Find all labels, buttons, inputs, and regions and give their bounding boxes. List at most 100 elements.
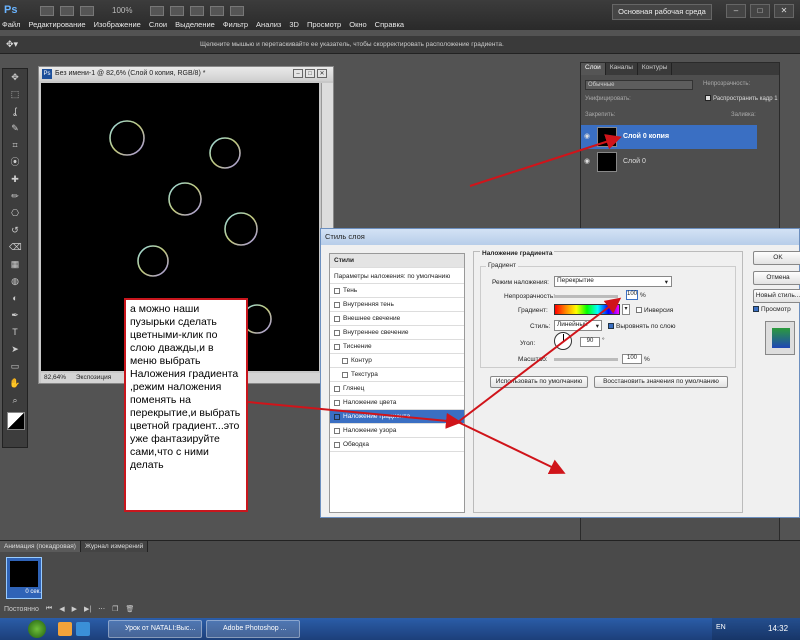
- restore-default-button[interactable]: Восстановить значения по умолчанию: [594, 376, 728, 388]
- zoom-tool-icon[interactable]: ⌕: [9, 394, 21, 406]
- delete-frame-icon[interactable]: 🗑: [125, 605, 134, 613]
- document-zoom-status[interactable]: 82,64%: [44, 374, 66, 381]
- color-swatches[interactable]: [7, 412, 25, 430]
- menu-item[interactable]: Изображение: [94, 20, 141, 29]
- menu-item[interactable]: Слои: [149, 20, 167, 29]
- menu-item[interactable]: Выделение: [175, 20, 215, 29]
- blend-mode-select[interactable]: Перекрытие ▾: [554, 276, 672, 287]
- tab-channels[interactable]: Каналы: [606, 63, 638, 75]
- blur-tool-icon[interactable]: ◍: [9, 275, 21, 287]
- duplicate-frame-icon[interactable]: ❐: [112, 605, 118, 613]
- style-item[interactable]: Внешнее свечение: [330, 312, 464, 326]
- document-status-text[interactable]: Экспозиция: [76, 374, 111, 381]
- next-frame-icon[interactable]: ▶|: [84, 605, 91, 613]
- style-item[interactable]: Тиснение: [330, 340, 464, 354]
- menu-item[interactable]: Фильтр: [223, 20, 248, 29]
- doc-maximize-button[interactable]: □: [305, 69, 315, 78]
- menu-item[interactable]: Просмотр: [307, 20, 341, 29]
- minibridge-icon[interactable]: [60, 6, 74, 16]
- start-button[interactable]: [0, 618, 54, 640]
- move-tool-icon[interactable]: ✥: [9, 71, 21, 83]
- previous-frame-icon[interactable]: ◀: [59, 605, 64, 613]
- layer-row-base[interactable]: ◉ Слой 0: [581, 150, 757, 174]
- cancel-button[interactable]: Отмена: [753, 271, 800, 285]
- style-checkbox[interactable]: [334, 427, 340, 434]
- zoom-tool-icon[interactable]: [170, 6, 184, 16]
- spread-frame-checkbox[interactable]: [705, 95, 711, 101]
- preview-checkbox[interactable]: [753, 306, 759, 312]
- gradient-tool-icon[interactable]: ▦: [9, 258, 21, 270]
- history-brush-tool-icon[interactable]: ↺: [9, 224, 21, 236]
- menu-item[interactable]: Справка: [375, 20, 404, 29]
- tab-animation[interactable]: Анимация (покадровая): [0, 541, 81, 552]
- style-checkbox[interactable]: [334, 343, 340, 350]
- tab-layers[interactable]: Слои: [581, 63, 606, 75]
- minimize-button[interactable]: –: [726, 4, 746, 18]
- loop-select[interactable]: Постоянно: [4, 606, 39, 613]
- brush-tool-icon[interactable]: ✏: [9, 190, 21, 202]
- doc-minimize-button[interactable]: –: [293, 69, 303, 78]
- eye-icon[interactable]: ◉: [584, 132, 592, 140]
- style-checkbox[interactable]: [334, 399, 340, 406]
- document-title[interactable]: Без имени-1 @ 82,6% (Слой 0 копия, RGB/8…: [39, 67, 333, 81]
- scale-input[interactable]: 100: [622, 354, 642, 364]
- scale-slider[interactable]: [554, 358, 618, 361]
- style-item[interactable]: Текстура: [330, 368, 464, 382]
- tab-measurement-log[interactable]: Журнал измерений: [80, 541, 149, 552]
- opacity-input[interactable]: 100: [626, 290, 638, 300]
- bridge-icon[interactable]: [40, 6, 54, 16]
- zoom-level[interactable]: 100%: [112, 6, 132, 15]
- ie-icon[interactable]: [76, 622, 90, 636]
- style-checkbox[interactable]: [334, 413, 340, 420]
- style-item[interactable]: Внутренняя тень: [330, 298, 464, 312]
- eraser-tool-icon[interactable]: ⌫: [9, 241, 22, 253]
- style-checkbox[interactable]: [334, 287, 340, 294]
- ok-button[interactable]: OK: [753, 251, 800, 265]
- style-checkbox[interactable]: [342, 371, 348, 378]
- play-icon[interactable]: ▶: [72, 605, 77, 613]
- taskbar-item-browser[interactable]: Урок от NATALI:Выс...: [108, 620, 202, 638]
- menu-item[interactable]: 3D: [289, 20, 299, 29]
- angle-input[interactable]: 90: [580, 337, 600, 347]
- animation-frame[interactable]: 0 сек.: [6, 557, 42, 599]
- doc-close-button[interactable]: ✕: [317, 69, 327, 78]
- layer-row-copy[interactable]: ◉ Слой 0 копия: [581, 125, 757, 149]
- tab-paths[interactable]: Контуры: [638, 63, 673, 75]
- marquee-tool-icon[interactable]: ⬚: [9, 88, 21, 100]
- menu-item[interactable]: Файл: [2, 20, 20, 29]
- eye-icon[interactable]: ◉: [584, 157, 592, 165]
- rotate-view-icon[interactable]: [190, 6, 204, 16]
- blending-options-item[interactable]: Параметры наложения: по умолчанию: [330, 270, 464, 284]
- arrange-documents-icon[interactable]: [210, 6, 224, 16]
- angle-dial[interactable]: [554, 332, 572, 350]
- clock[interactable]: 14:32: [768, 624, 788, 633]
- stamp-tool-icon[interactable]: ⎔: [9, 207, 21, 219]
- style-item[interactable]: Контур: [330, 354, 464, 368]
- styles-header[interactable]: Стили: [330, 254, 464, 268]
- guides-icon[interactable]: [80, 6, 94, 16]
- style-checkbox[interactable]: [334, 385, 340, 392]
- opacity-slider[interactable]: [554, 295, 618, 298]
- menu-item[interactable]: Окно: [349, 20, 366, 29]
- style-item[interactable]: Тень: [330, 284, 464, 298]
- workspace-button[interactable]: Основная рабочая среда: [612, 4, 712, 20]
- hand-tool-icon[interactable]: [150, 6, 164, 16]
- hand-tool-icon[interactable]: ✋: [9, 377, 21, 389]
- style-checkbox[interactable]: [334, 329, 340, 336]
- use-default-button[interactable]: Использовать по умолчанию: [490, 376, 588, 388]
- lasso-tool-icon[interactable]: ʆ: [9, 105, 21, 117]
- style-item[interactable]: Наложение цвета: [330, 396, 464, 410]
- new-style-button[interactable]: Новый стиль...: [753, 289, 800, 303]
- pen-tool-icon[interactable]: ✒: [9, 309, 21, 321]
- style-item[interactable]: Обводка: [330, 438, 464, 452]
- frame-time[interactable]: 0 сек.: [7, 589, 41, 595]
- align-checkbox[interactable]: [608, 323, 614, 329]
- menu-item[interactable]: Редактирование: [28, 20, 85, 29]
- style-item[interactable]: Внутреннее свечение: [330, 326, 464, 340]
- gradient-picker[interactable]: [554, 304, 620, 315]
- style-item[interactable]: Глянец: [330, 382, 464, 396]
- style-checkbox[interactable]: [334, 441, 340, 448]
- quick-select-tool-icon[interactable]: ✎: [9, 122, 21, 134]
- maximize-button[interactable]: □: [750, 4, 770, 18]
- screen-mode-icon[interactable]: [230, 6, 244, 16]
